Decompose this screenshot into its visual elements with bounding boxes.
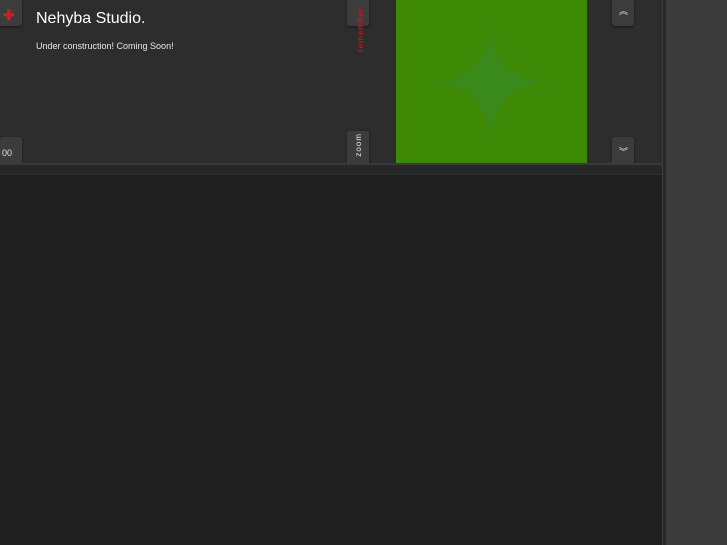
- scrollbar-track[interactable]: [666, 0, 727, 545]
- counter-value: 00: [2, 148, 13, 158]
- header-panel: Nehyba Studio. Under construction! Comin…: [0, 0, 662, 163]
- add-button[interactable]: ✚: [0, 0, 22, 26]
- plus-icon: ✚: [3, 7, 15, 23]
- panel-shadow: [0, 165, 662, 175]
- featured-image-panel: [396, 0, 587, 163]
- zoom-label[interactable]: zoom: [354, 133, 363, 157]
- site-tagline: Under construction! Coming Soon!: [36, 41, 174, 51]
- site-title: Nehyba Studio.: [36, 10, 146, 27]
- scroll-down-button[interactable]: ︾: [612, 137, 634, 163]
- scroll-up-button[interactable]: ︽: [612, 0, 634, 26]
- double-chevron-up-icon: ︽: [618, 6, 628, 16]
- page: Nehyba Studio. Under construction! Comin…: [0, 0, 727, 545]
- counter-tab[interactable]: 00: [0, 137, 22, 163]
- remember-label[interactable]: remember: [356, 0, 365, 52]
- sparkle-icon: [434, 26, 546, 138]
- double-chevron-down-icon: ︾: [618, 147, 628, 157]
